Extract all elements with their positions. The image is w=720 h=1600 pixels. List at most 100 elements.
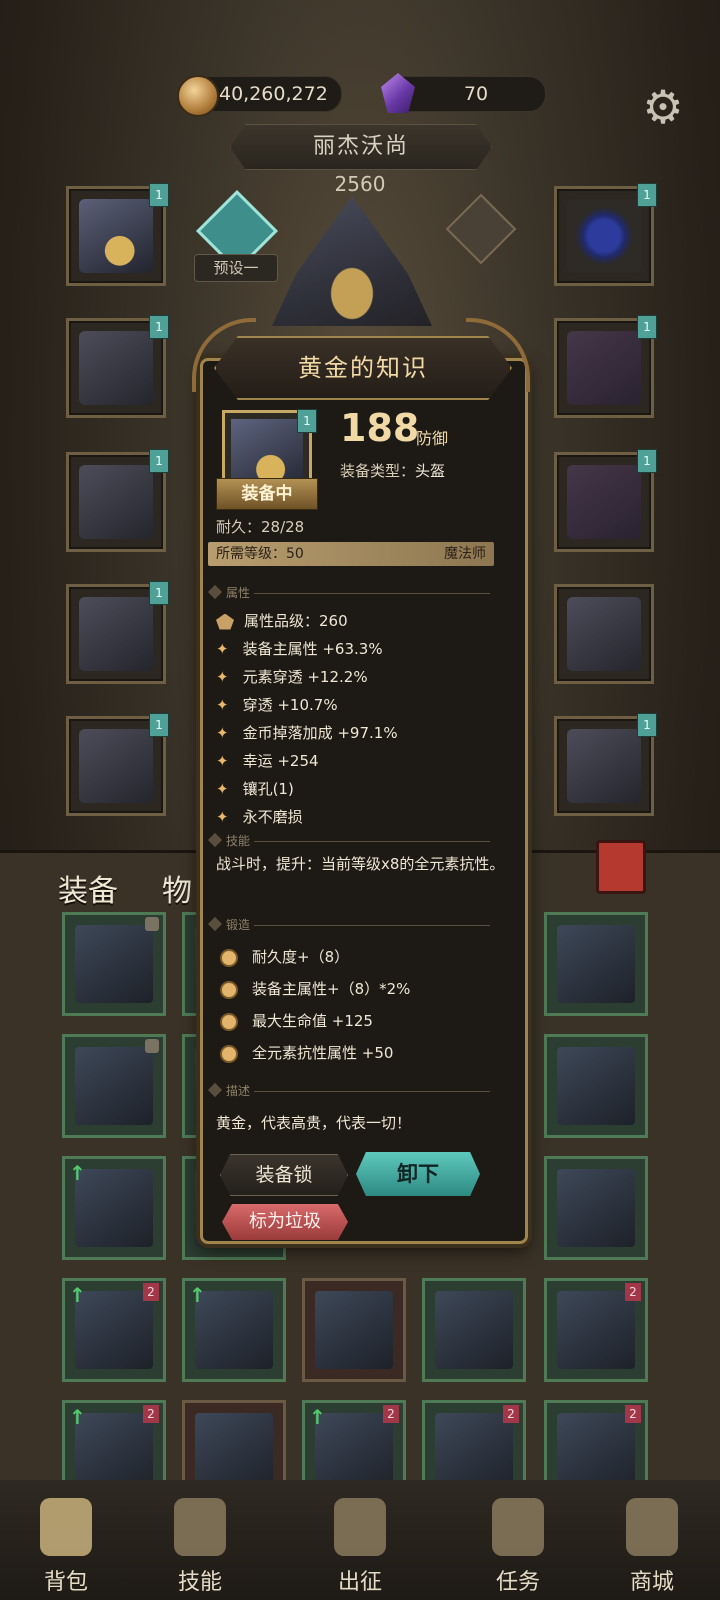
equipment-lock-button[interactable]: 装备锁	[220, 1154, 348, 1196]
settings-gear-icon[interactable]: ⚙	[638, 82, 688, 132]
forge-row: 耐久度+（8）	[220, 946, 349, 967]
forge-text: 耐久度+（8）	[252, 948, 350, 966]
crown-icon	[216, 613, 234, 630]
tab-items[interactable]: 物	[162, 866, 192, 910]
equip-slot-belt[interactable]: 1	[554, 449, 657, 552]
nav-label: 商城	[629, 1570, 674, 1595]
sparkle-icon: ✦	[216, 808, 229, 826]
equip-slot-necklace[interactable]: 1	[554, 183, 657, 286]
equip-slot-weapon[interactable]	[554, 584, 654, 684]
item-type-value: 头盔	[415, 462, 446, 480]
inventory-slot[interactable]	[302, 1278, 406, 1382]
forge-text: 装备主属性+（8）*2%	[252, 980, 411, 998]
tier-badge: 2	[625, 1405, 641, 1423]
item-type: 装备类型：头盔	[340, 460, 445, 481]
preset-label[interactable]: 预设一	[194, 254, 278, 282]
mark-junk-button[interactable]: 标为垃圾	[222, 1204, 348, 1240]
attribute-row: ✦ 镶孔(1)	[216, 778, 294, 799]
section-title: 锻造	[226, 918, 251, 932]
attribute-row: ✦ 装备主属性 +63.3%	[216, 638, 383, 659]
equip-slot-accessory[interactable]: 1	[554, 713, 657, 816]
slot-badge: 1	[637, 713, 657, 737]
junk-button-label: 标为垃圾	[249, 1211, 321, 1232]
item-detail-popup: 黄金的知识 1 装备中 188 防御 装备类型：头盔 耐久：28/28 所需等级…	[192, 318, 530, 1278]
skill-book-icon	[174, 1498, 226, 1556]
nav-expedition[interactable]: 出征	[300, 1480, 420, 1600]
item-icon	[195, 1291, 273, 1369]
attribute-text: 元素穿透 +12.2%	[242, 668, 368, 686]
forge-row: 全元素抗性属性 +50	[220, 1042, 393, 1063]
inventory-slot[interactable]	[62, 912, 166, 1016]
inventory-slot[interactable]	[544, 912, 648, 1016]
attribute-text: 金币掉落加成 +97.1%	[242, 724, 398, 742]
necklace-item-icon	[567, 199, 641, 273]
sparkle-icon: ✦	[216, 640, 229, 658]
slot-badge: 1	[637, 449, 657, 473]
inventory-slot[interactable]: ↑ 2	[62, 1278, 166, 1382]
slot-badge: 1	[149, 315, 169, 339]
gold-coin-icon	[177, 75, 219, 117]
armor-item-icon	[79, 331, 153, 405]
attribute-row: ✦ 金币掉落加成 +97.1%	[216, 722, 398, 743]
slot-badge: 1	[149, 183, 169, 207]
tier-badge: 2	[143, 1405, 159, 1423]
staff-item-icon	[567, 597, 641, 671]
trash-icon[interactable]	[596, 840, 646, 894]
section-title: 技能	[226, 834, 251, 848]
item-icon	[75, 1047, 153, 1125]
attribute-row: ✦ 幸运 +254	[216, 750, 319, 771]
shop-crest-icon	[626, 1498, 678, 1556]
equip-slot-armor[interactable]: 1	[66, 315, 169, 418]
equip-slot-helmet[interactable]: 1	[66, 183, 169, 286]
attribute-text: 镶孔(1)	[242, 780, 294, 798]
forge-row: 装备主属性+（8）*2%	[220, 978, 410, 999]
bracer-item-icon	[567, 331, 641, 405]
upgrade-arrow-icon: ↑	[309, 1405, 326, 1429]
nav-label: 任务	[495, 1570, 540, 1595]
equip-slot-bracer[interactable]: 1	[554, 315, 657, 418]
forge-text: 最大生命值 +125	[252, 1012, 373, 1030]
gold-counter: 40,260,272	[177, 75, 342, 117]
section-forge: 锻造	[207, 916, 500, 934]
equipped-label: 装备中	[216, 478, 318, 510]
required-class: 魔法师	[444, 546, 486, 562]
gold-amount: 40,260,272	[219, 83, 328, 105]
equip-slot-boots[interactable]: 1	[66, 713, 169, 816]
tier-badge: 2	[383, 1405, 399, 1423]
nav-quests[interactable]: 任务	[458, 1480, 578, 1600]
unequip-button[interactable]: 卸下	[356, 1152, 480, 1196]
section-skill: 技能	[207, 832, 500, 850]
item-icon	[557, 1047, 635, 1125]
backpack-icon	[40, 1498, 92, 1556]
gem-amount: 70	[463, 83, 489, 105]
forge-dot-icon	[220, 1012, 238, 1031]
diamond-icon	[207, 832, 223, 848]
inventory-slot[interactable]	[544, 1156, 648, 1260]
item-type-label: 装备类型：	[340, 462, 416, 480]
gloves-item-icon	[79, 465, 153, 539]
inventory-slot[interactable]: ↑	[62, 1156, 166, 1260]
gem-counter: 70	[381, 73, 546, 113]
slot-badge: 1	[637, 315, 657, 339]
equip-slot-pants[interactable]: 1	[66, 581, 169, 684]
tier-badge: 2	[143, 1283, 159, 1301]
upgrade-arrow-icon: ↑	[69, 1405, 86, 1429]
inventory-slot[interactable]	[422, 1278, 526, 1382]
nav-backpack[interactable]: 背包	[6, 1480, 126, 1600]
nav-shop[interactable]: 商城	[592, 1480, 712, 1600]
slot-badge: 1	[637, 183, 657, 207]
inventory-slot[interactable]: 2	[544, 1278, 648, 1382]
section-title: 属性	[226, 586, 251, 600]
equip-slot-gloves[interactable]: 1	[66, 449, 169, 552]
inventory-slot[interactable]	[544, 1034, 648, 1138]
inventory-slot[interactable]: ↑	[182, 1278, 286, 1382]
nav-skills[interactable]: 技能	[140, 1480, 260, 1600]
tab-equipment[interactable]: 装备	[58, 866, 118, 910]
inventory-slot[interactable]	[62, 1034, 166, 1138]
sparkle-icon: ✦	[216, 668, 229, 686]
quality-row: 属性品级：260	[216, 610, 348, 631]
upgrade-arrow-icon: ↑	[69, 1283, 86, 1307]
attribute-row: ✦ 穿透 +10.7%	[216, 694, 338, 715]
sparkle-icon: ✦	[216, 696, 229, 714]
nav-label: 出征	[337, 1570, 382, 1595]
